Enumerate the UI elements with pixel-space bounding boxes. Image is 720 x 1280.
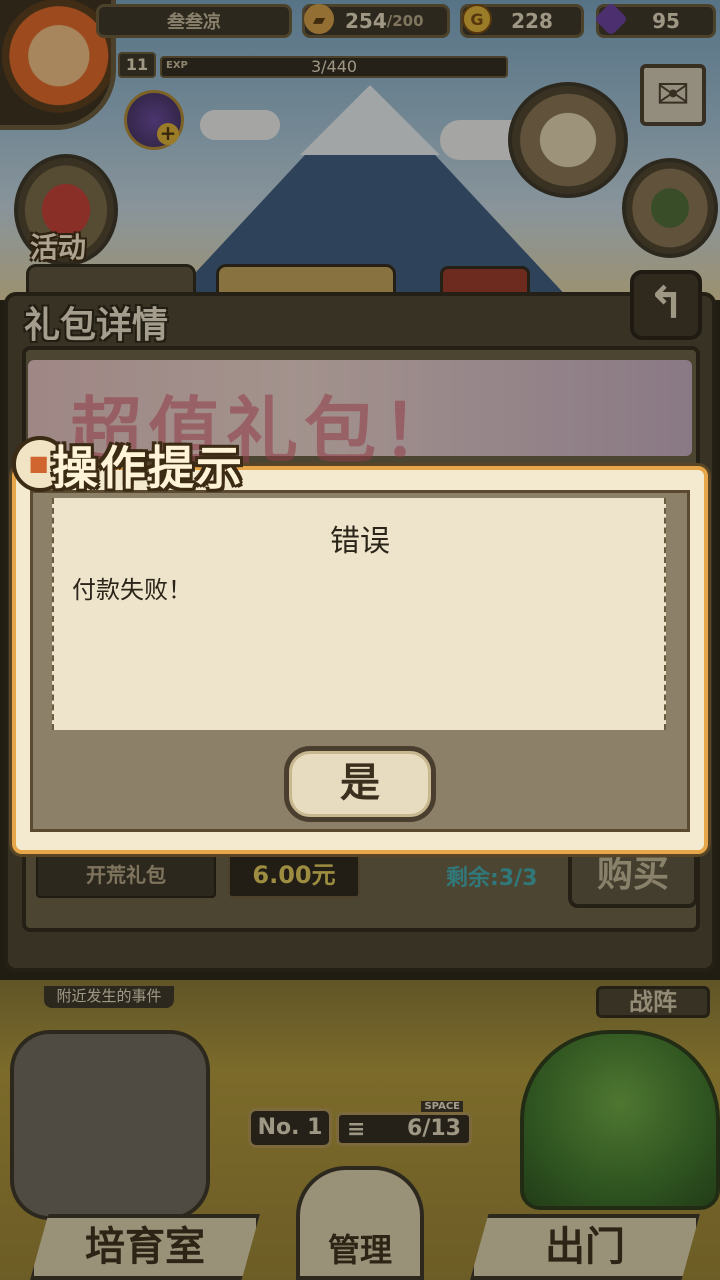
operation-tip-dialog: ◆ 操作提示 错误 付款失败！ 是 [12,436,708,854]
confirm-button[interactable]: 是 [284,746,436,822]
error-title: 错误 [330,524,390,559]
error-message: 付款失败！ [72,576,192,604]
dialog-header: 操作提示 [52,441,244,495]
